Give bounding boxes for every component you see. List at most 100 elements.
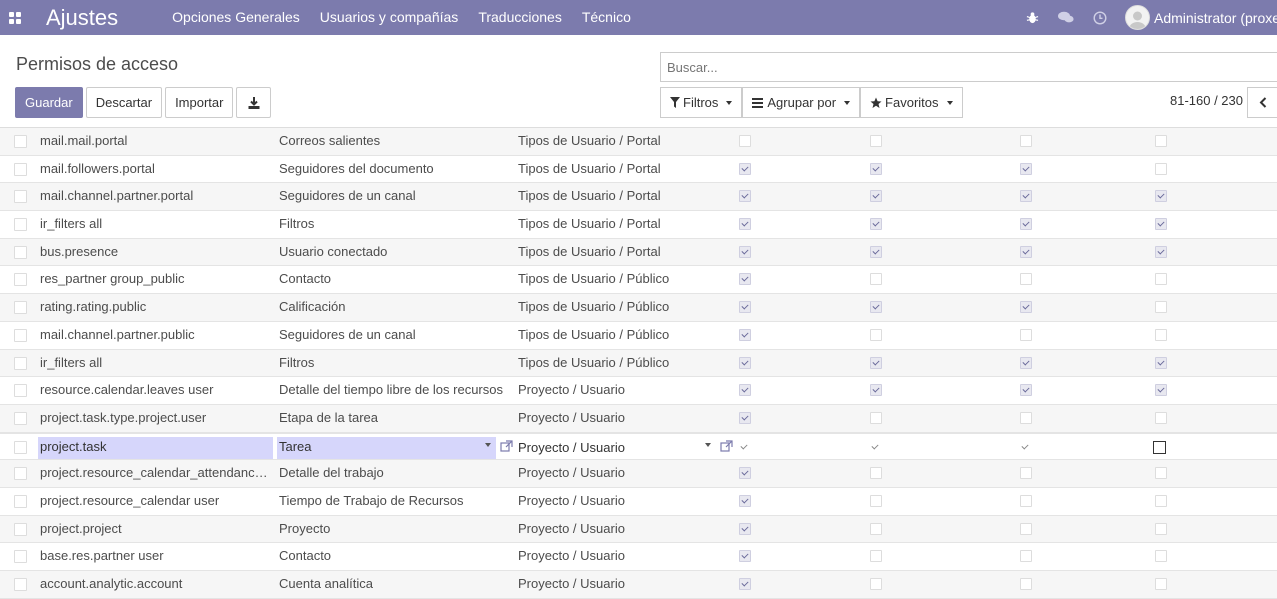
permission-checkbox[interactable] <box>739 135 751 147</box>
table-row[interactable]: resource.calendar.leaves user Detalle del… <box>0 377 1277 405</box>
permission-checkbox[interactable] <box>739 442 749 452</box>
group-by-dropdown[interactable]: Agrupar por <box>742 87 861 118</box>
permission-checkbox[interactable] <box>870 301 882 314</box>
permission-checkbox[interactable] <box>739 190 751 203</box>
permission-checkbox[interactable] <box>870 190 882 203</box>
table-row[interactable]: bus.presence Usuario conectado Tipos de Us… <box>0 238 1277 267</box>
permission-checkbox[interactable] <box>1020 384 1032 397</box>
table-row[interactable]: base.res.partner user Contacto Proyecto / … <box>0 543 1277 571</box>
table-row[interactable]: project.resource_calendar user Tiempo de … <box>0 488 1277 516</box>
row-select-checkbox[interactable] <box>14 550 27 564</box>
row-select-checkbox[interactable] <box>14 328 27 342</box>
pager-previous-button[interactable] <box>1247 87 1277 118</box>
row-select-checkbox[interactable] <box>14 301 27 315</box>
table-row[interactable]: project.task.type.project.user Etapa de l… <box>0 404 1277 433</box>
permission-checkbox[interactable] <box>739 273 751 286</box>
permission-checkbox[interactable] <box>870 245 882 258</box>
permission-checkbox[interactable] <box>1020 190 1032 203</box>
permission-checkbox[interactable] <box>1155 467 1167 480</box>
row-select-checkbox[interactable] <box>14 467 27 481</box>
permission-checkbox[interactable] <box>1020 522 1032 535</box>
row-select-checkbox[interactable] <box>14 190 27 204</box>
permission-checkbox[interactable] <box>739 218 751 231</box>
user-menu[interactable]: Administrator (proxec <box>1125 5 1277 30</box>
permission-checkbox[interactable] <box>1155 411 1167 424</box>
row-select-checkbox[interactable] <box>14 162 27 176</box>
permission-checkbox[interactable] <box>1155 190 1167 203</box>
permission-checkbox[interactable] <box>870 467 882 480</box>
permission-checkbox[interactable] <box>870 522 882 535</box>
permission-checkbox[interactable] <box>739 550 751 563</box>
permission-checkbox[interactable] <box>1020 301 1032 314</box>
permission-checkbox[interactable] <box>870 550 882 563</box>
permission-checkbox[interactable] <box>1155 550 1167 563</box>
favorites-dropdown[interactable]: Favoritos <box>860 87 963 118</box>
export-download-button[interactable] <box>236 87 272 118</box>
permission-checkbox[interactable] <box>739 245 751 258</box>
menu-tecnico[interactable]: Técnico <box>572 0 641 35</box>
permission-checkbox[interactable] <box>870 162 882 175</box>
menu-traducciones[interactable]: Traducciones <box>468 0 572 35</box>
permission-checkbox[interactable] <box>870 442 880 452</box>
permission-checkbox[interactable] <box>1155 301 1167 314</box>
permission-checkbox[interactable] <box>1020 162 1032 175</box>
permission-checkbox[interactable] <box>1155 384 1167 397</box>
external-link-icon[interactable] <box>720 439 733 453</box>
external-link-icon[interactable] <box>500 439 513 453</box>
group-select[interactable]: Proyecto / Usuario <box>518 434 625 461</box>
permission-checkbox[interactable] <box>1020 494 1032 507</box>
row-select-checkbox[interactable] <box>14 218 27 232</box>
row-select-checkbox[interactable] <box>14 356 27 370</box>
row-select-checkbox[interactable] <box>14 273 27 287</box>
table-row[interactable]: mail.followers.portal Seguidores del docu… <box>0 156 1277 184</box>
permission-checkbox[interactable] <box>1020 135 1032 147</box>
permission-checkbox[interactable] <box>870 384 882 397</box>
table-row-editing[interactable]: project.task Tarea Proyecto / Usuario <box>0 432 1277 461</box>
permission-checkbox[interactable] <box>1020 550 1032 563</box>
menu-opciones-generales[interactable]: Opciones Generales <box>162 0 310 35</box>
permission-checkbox[interactable] <box>739 578 751 590</box>
permission-checkbox[interactable] <box>739 384 751 397</box>
table-row[interactable]: rating.rating.public Calificación Tipos de… <box>0 294 1277 322</box>
permission-checkbox[interactable] <box>1155 356 1167 369</box>
permission-checkbox[interactable] <box>870 273 882 286</box>
permission-checkbox[interactable] <box>739 522 751 535</box>
row-select-checkbox[interactable] <box>14 411 27 425</box>
permission-checkbox[interactable] <box>739 162 751 175</box>
menu-usuarios-companias[interactable]: Usuarios y compañías <box>310 0 469 35</box>
chevron-down-icon[interactable] <box>485 442 491 447</box>
table-row[interactable]: ir_filters all Filtros Tipos de Usuario / … <box>0 211 1277 239</box>
permission-checkbox[interactable] <box>870 356 882 369</box>
permission-checkbox[interactable] <box>870 411 882 424</box>
messaging-icon[interactable] <box>1049 0 1083 35</box>
permission-checkbox[interactable] <box>1020 467 1032 480</box>
table-row[interactable]: mail.mail.portal Correos salientes Tipos d… <box>0 128 1277 156</box>
permission-checkbox[interactable] <box>739 328 751 341</box>
permission-checkbox[interactable] <box>739 467 751 480</box>
discard-button[interactable]: Descartar <box>85 87 163 118</box>
permission-checkbox[interactable] <box>1155 578 1167 590</box>
permission-checkbox[interactable] <box>1020 218 1032 231</box>
permission-checkbox[interactable] <box>1020 245 1032 258</box>
filters-dropdown[interactable]: Filtros <box>660 87 743 118</box>
row-select-checkbox[interactable] <box>14 578 27 591</box>
permission-checkbox[interactable] <box>1155 135 1167 147</box>
table-row[interactable]: account.analytic.account Cuenta analítica… <box>0 571 1277 599</box>
table-row[interactable]: mail.channel.partner.portal Seguidores de… <box>0 183 1277 212</box>
permission-checkbox[interactable] <box>739 301 751 314</box>
object-select[interactable]: Tarea <box>277 436 496 459</box>
permission-checkbox[interactable] <box>1020 356 1032 369</box>
permission-checkbox[interactable] <box>1020 442 1030 452</box>
permission-checkbox[interactable] <box>1155 245 1167 258</box>
row-select-checkbox[interactable] <box>14 494 27 508</box>
permission-checkbox[interactable] <box>1155 273 1167 286</box>
permission-checkbox[interactable] <box>1155 218 1167 231</box>
row-select-checkbox[interactable] <box>14 440 27 454</box>
permission-checkbox[interactable] <box>739 411 751 424</box>
permission-checkbox[interactable] <box>870 494 882 507</box>
permission-checkbox[interactable] <box>1020 411 1032 424</box>
permission-checkbox[interactable] <box>1020 328 1032 341</box>
chevron-down-icon[interactable] <box>705 442 711 447</box>
activity-clock-icon[interactable] <box>1083 0 1117 35</box>
table-row[interactable]: project.resource_calendar_attendanc… Deta… <box>0 460 1277 488</box>
